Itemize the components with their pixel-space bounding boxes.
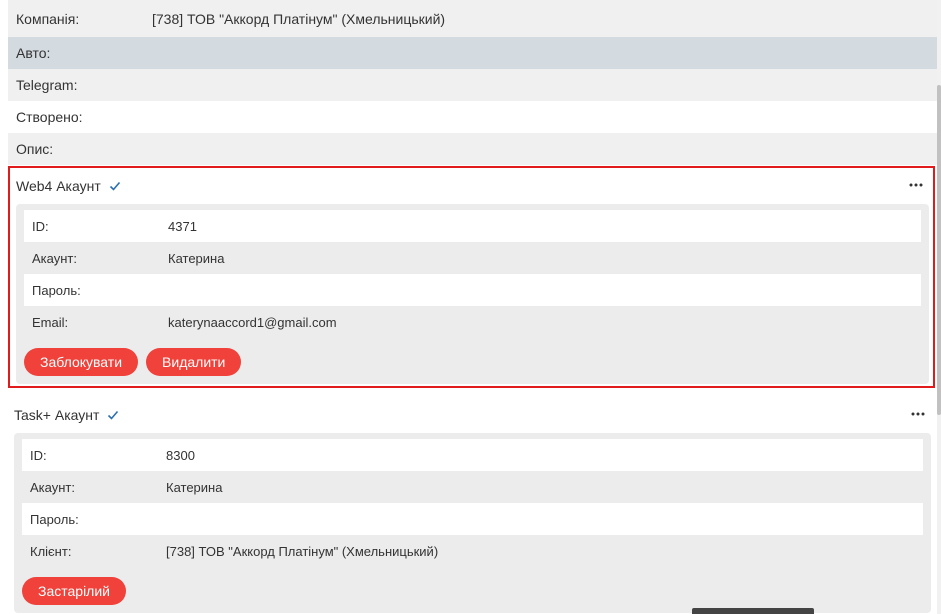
field-label: Акаунт: <box>32 250 77 266</box>
web4-account-header: Web4 Акаунт <box>10 168 933 204</box>
field-row-password: Пароль: <box>22 503 923 535</box>
taskplus-account-title: Task+ Акаунт <box>14 407 100 423</box>
property-label: Авто: <box>16 45 51 61</box>
property-row-description: Опис: <box>8 133 937 165</box>
field-row-client: Клієнт: [738] ТОВ "Аккорд Платінум" (Хме… <box>22 535 923 567</box>
field-row-account: Акаунт: Катерина <box>22 471 923 503</box>
property-row-telegram: Telegram: <box>8 69 937 101</box>
scrollbar[interactable] <box>937 0 941 614</box>
field-value: [738] ТОВ "Аккорд Платінум" (Хмельницьки… <box>166 543 439 559</box>
field-row-id: ID: 8300 <box>22 439 923 471</box>
field-value: Катерина <box>166 479 223 495</box>
field-row-password: Пароль: <box>24 274 921 306</box>
property-label: Telegram: <box>16 77 78 93</box>
property-value: [738] ТОВ "Аккорд Платінум" (Хмельницьки… <box>152 10 446 27</box>
field-label: ID: <box>32 218 49 234</box>
field-label: Пароль: <box>32 282 81 298</box>
check-icon <box>108 410 119 420</box>
web4-account-details: ID: 4371 Акаунт: Катерина Пароль: Email:… <box>16 204 929 384</box>
outdated-button[interactable]: Застарілий <box>22 577 126 605</box>
field-row-email: Email: katerynaaccord1@gmail.com <box>24 306 921 338</box>
taskplus-account-card: Task+ Акаунт ID: 8300 Акаунт: Катерина П… <box>8 397 935 613</box>
field-value: 4371 <box>168 218 197 234</box>
bottom-panel-tab[interactable] <box>692 608 814 614</box>
property-row-auto: Авто: <box>8 37 937 69</box>
field-label: ID: <box>30 447 47 463</box>
more-options-icon[interactable] <box>911 409 925 419</box>
web4-actions: Заблокувати Видалити <box>24 338 921 384</box>
more-options-icon[interactable] <box>909 180 923 190</box>
web4-account-title: Web4 Акаунт <box>16 178 101 194</box>
field-row-account: Акаунт: Катерина <box>24 242 921 274</box>
field-label: Акаунт: <box>30 479 75 495</box>
property-row-created: Створено: <box>8 101 937 133</box>
taskplus-account-header: Task+ Акаунт <box>8 397 935 433</box>
block-button[interactable]: Заблокувати <box>24 348 139 376</box>
property-label: Опис: <box>16 141 54 157</box>
property-label: Компанія: <box>16 10 80 27</box>
property-row-company: Компанія: [738] ТОВ "Аккорд Платінум" (Х… <box>8 0 937 37</box>
field-row-id: ID: 4371 <box>24 210 921 242</box>
field-value: Катерина <box>168 250 225 266</box>
taskplus-actions: Застарілий <box>22 567 923 613</box>
field-label: Клієнт: <box>30 543 72 559</box>
field-value: katerynaaccord1@gmail.com <box>168 314 337 330</box>
field-label: Email: <box>32 314 69 330</box>
check-icon <box>109 181 120 191</box>
delete-button[interactable]: Видалити <box>146 348 242 376</box>
scrollbar-thumb[interactable] <box>937 85 941 415</box>
field-label: Пароль: <box>30 511 79 527</box>
taskplus-account-details: ID: 8300 Акаунт: Катерина Пароль: Клієнт… <box>14 433 931 613</box>
web4-account-card: Web4 Акаунт ID: 4371 Акаунт: Катерина Па… <box>8 166 935 388</box>
properties-list: Компанія: [738] ТОВ "Аккорд Платінум" (Х… <box>8 0 937 165</box>
field-value: 8300 <box>166 447 195 463</box>
property-label: Створено: <box>16 109 83 125</box>
